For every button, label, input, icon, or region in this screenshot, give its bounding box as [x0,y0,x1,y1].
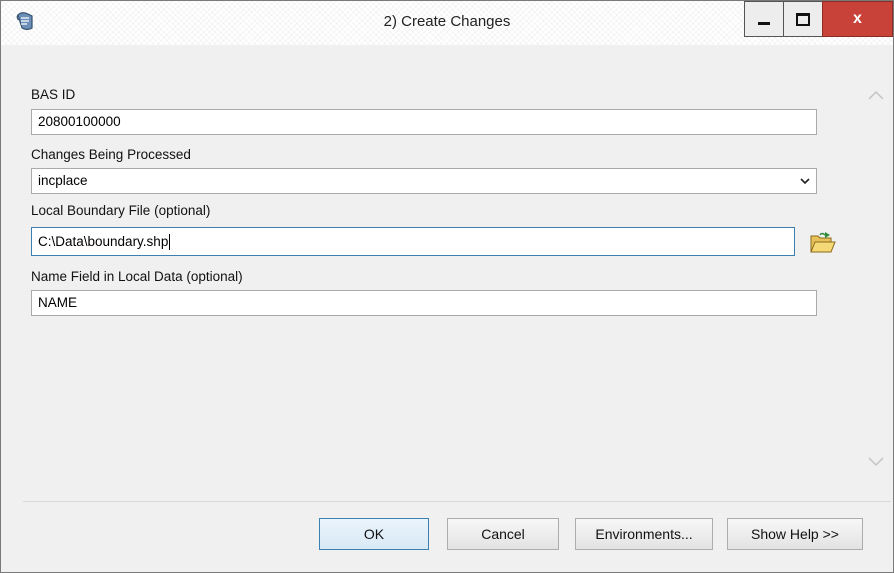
bas-id-input[interactable]: 20800100000 [31,109,817,135]
close-icon: x [853,10,862,27]
folder-open-icon[interactable] [807,227,837,257]
text-caret [169,234,171,251]
changes-select[interactable]: incplace [31,168,817,194]
dialog-window: 2) Create Changes x BAS ID 20800100000 C… [0,0,894,573]
boundary-label: Local Boundary File (optional) [31,203,211,218]
scroll-up-icon[interactable] [867,89,885,101]
name-field-label: Name Field in Local Data (optional) [31,269,243,284]
changes-value: incplace [38,173,88,188]
close-button[interactable]: x [822,1,893,37]
name-field-input[interactable]: NAME [31,290,817,316]
boundary-input[interactable]: C:\Data\boundary.shp [31,227,795,256]
minimize-icon [758,22,770,25]
ok-button[interactable]: OK [319,518,429,550]
show-help-button[interactable]: Show Help >> [727,518,863,550]
minimize-button[interactable] [744,1,784,37]
changes-label: Changes Being Processed [31,147,191,162]
scroll-down-icon[interactable] [867,456,885,468]
chevron-down-icon[interactable] [800,176,810,186]
environments-button[interactable]: Environments... [575,518,713,550]
bas-id-label: BAS ID [31,87,76,102]
title-bar[interactable]: 2) Create Changes x [1,1,893,45]
maximize-icon [796,12,810,26]
cancel-button[interactable]: Cancel [447,518,559,550]
maximize-button[interactable] [783,1,823,37]
boundary-value: C:\Data\boundary.shp [38,234,169,249]
